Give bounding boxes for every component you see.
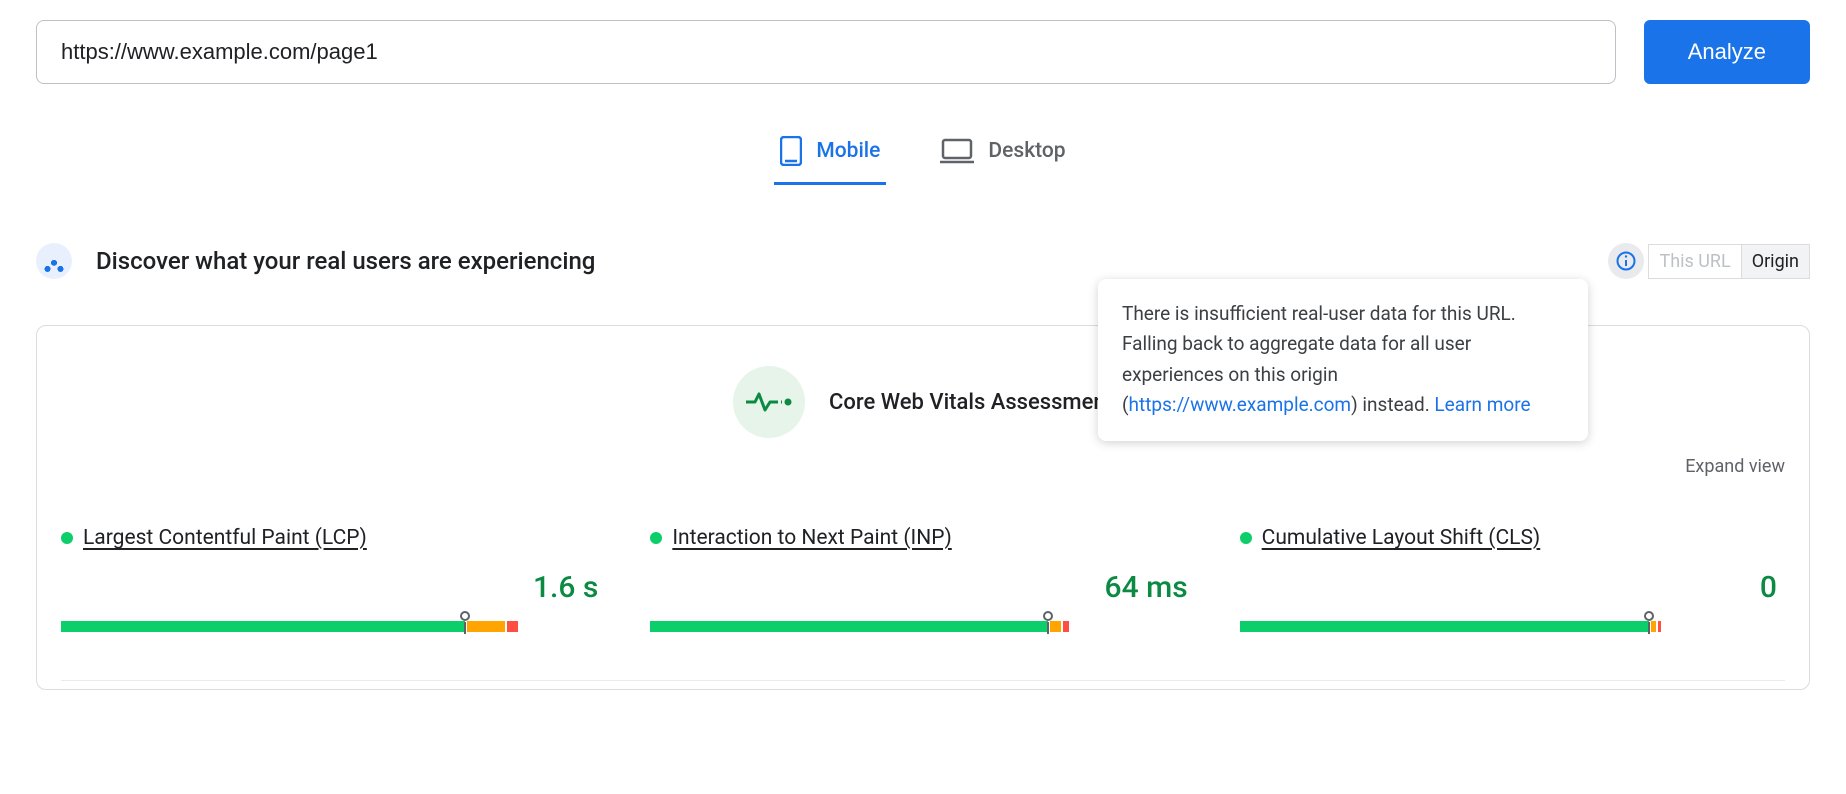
metric-inp-name[interactable]: Interaction to Next Paint (INP) xyxy=(672,526,951,550)
tooltip-origin-link[interactable]: https://www.example.com xyxy=(1129,393,1352,416)
toggle-this-url: This URL xyxy=(1649,245,1740,278)
metric-inp-bar xyxy=(650,621,1195,632)
scope-toggle: This URL Origin xyxy=(1648,244,1810,279)
tab-mobile[interactable]: Mobile xyxy=(774,126,886,185)
metric-lcp-value: 1.6 s xyxy=(61,570,606,605)
card-divider xyxy=(61,680,1785,681)
metric-lcp-name[interactable]: Largest Contentful Paint (LCP) xyxy=(83,526,367,550)
section-header-right: This URL Origin There is insufficient re… xyxy=(1608,243,1810,279)
tab-mobile-label: Mobile xyxy=(816,139,880,163)
tab-desktop[interactable]: Desktop xyxy=(934,126,1071,185)
status-dot-good-icon xyxy=(650,532,662,544)
desktop-icon xyxy=(940,138,974,164)
analyze-bar: Analyze xyxy=(36,20,1810,84)
crux-icon xyxy=(36,243,72,279)
vitals-pulse-icon xyxy=(733,366,805,438)
metric-cls-name[interactable]: Cumulative Layout Shift (CLS) xyxy=(1262,526,1541,550)
metric-inp: Interaction to Next Paint (INP) 64 ms xyxy=(650,526,1195,632)
metric-lcp: Largest Contentful Paint (LCP) 1.6 s xyxy=(61,526,606,632)
status-dot-good-icon xyxy=(61,532,73,544)
status-dot-good-icon xyxy=(1240,532,1252,544)
mobile-icon xyxy=(780,136,802,166)
url-input[interactable] xyxy=(36,20,1616,84)
metric-cls-bar xyxy=(1240,621,1785,632)
tooltip-text-mid: ) instead. xyxy=(1351,393,1434,416)
metric-cls-value: 0 xyxy=(1240,570,1785,605)
device-tabs: Mobile Desktop xyxy=(36,126,1810,185)
insufficient-data-tooltip: There is insufficient real-user data for… xyxy=(1098,279,1588,441)
metrics-row: Largest Contentful Paint (LCP) 1.6 s Int… xyxy=(61,526,1785,632)
metric-lcp-bar xyxy=(61,621,606,632)
section-header: Discover what your real users are experi… xyxy=(36,243,1810,279)
toggle-origin[interactable]: Origin xyxy=(1741,245,1809,278)
metric-cls: Cumulative Layout Shift (CLS) 0 xyxy=(1240,526,1785,632)
info-icon[interactable] xyxy=(1608,243,1644,279)
assessment-title: Core Web Vitals Assessment xyxy=(829,390,1113,415)
expand-view-link[interactable]: Expand view xyxy=(1685,456,1785,477)
tab-desktop-label: Desktop xyxy=(988,139,1065,163)
metric-inp-value: 64 ms xyxy=(650,570,1195,605)
analyze-button[interactable]: Analyze xyxy=(1644,20,1810,84)
section-title: Discover what your real users are experi… xyxy=(96,247,595,275)
tooltip-learn-more-link[interactable]: Learn more xyxy=(1434,393,1530,416)
